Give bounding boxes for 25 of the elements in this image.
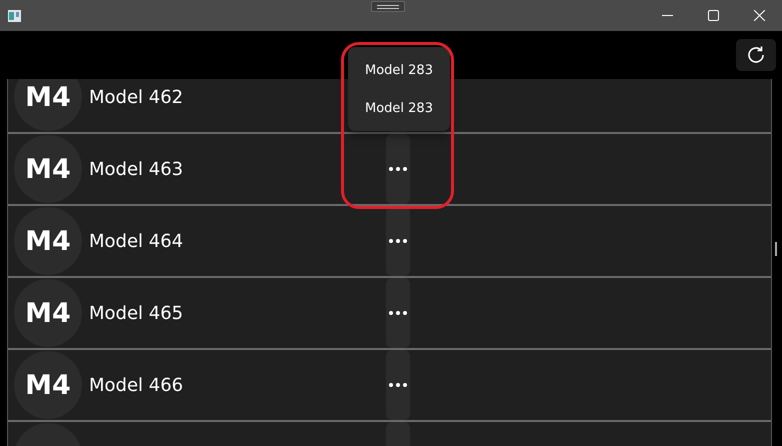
more-icon [389,239,407,243]
close-icon [754,10,764,21]
minimize-icon [662,15,672,16]
avatar: M4 [14,79,82,131]
avatar: M4 [14,135,82,203]
more-icon [389,311,407,315]
more-icon [389,383,407,387]
drag-handle[interactable] [371,1,405,12]
list-row[interactable]: M4 Model 466 [8,350,771,422]
more-icon [389,167,407,171]
refresh-button[interactable] [736,39,776,71]
menu-item[interactable]: Model 283 [348,89,450,127]
list-row[interactable]: M4 Model 465 [8,278,771,350]
model-name: Model 465 [89,302,184,324]
avatar: M4 [14,351,82,419]
model-name: Model 466 [89,374,184,396]
app-icon [8,10,21,22]
avatar: M4 [14,279,82,347]
refresh-icon [746,45,766,65]
avatar: M4 [14,207,82,275]
model-name: Model 464 [89,230,184,252]
maximize-icon [708,10,718,21]
list-row[interactable]: M4 Model 463 [8,134,771,206]
list-row[interactable]: M4 Model 464 [8,206,771,278]
model-name: Model 463 [89,158,184,180]
